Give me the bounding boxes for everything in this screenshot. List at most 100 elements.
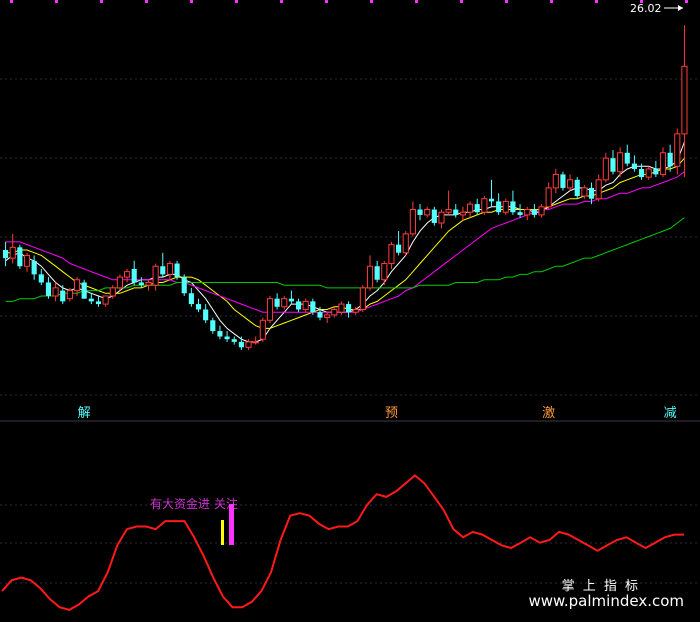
candle-body-up [567,179,574,189]
candle-body-up [66,290,73,300]
top-tick [595,0,598,3]
candle-body-down [631,163,637,169]
candle-body-down [203,309,209,321]
chart-stage: 解预激减 26.02 有大资金进 关注 掌 上 指 标 www.palminde… [0,0,700,622]
top-tick [550,0,553,3]
candle-body-up [674,133,681,167]
candle-body-down [288,298,294,302]
candle-body-down [453,209,459,215]
candle-body-down [224,336,230,340]
annotation-text: 有大资金进 关注 [150,496,238,511]
candle-body-up [352,308,359,313]
candle-body-down [667,152,673,167]
annotation-bar-yellow [221,520,224,545]
candle-body-up [245,341,252,348]
candle-body-up [524,209,531,216]
candle-body-up [538,206,545,216]
top-tick [505,0,508,3]
candle-body-down [396,244,402,253]
candle-body-up [659,152,667,175]
candle-body-up [109,287,116,297]
candle-body-down [517,212,523,215]
candle-body-up [152,265,159,286]
ma60-line [5,217,685,302]
top-tick [10,0,13,3]
candle-body-up [338,303,345,313]
candle-body-up [552,173,559,189]
candle-body-down [238,341,244,348]
candle-body-up [23,254,31,267]
top-tick [235,0,238,3]
candle-body-down [346,304,352,313]
candle-body-up [388,244,395,265]
candle-body-down [574,179,580,197]
candle-body-down [310,301,316,313]
top-tick [55,0,58,3]
candle-body-up [52,287,59,297]
signal-label: 预 [385,406,398,421]
candle-body-down [81,282,87,299]
candle-body-down [95,301,102,305]
signal-markers: 解预激减 [78,406,677,421]
candle-body-up [502,200,509,213]
candle-body-down [131,268,137,283]
price-arrow-head [678,5,683,11]
candle-body-up [681,65,688,135]
signal-label: 解 [78,406,91,421]
candle-body-down [531,209,537,215]
candle-body-up [281,298,288,308]
candle-body-down [3,250,9,259]
candle-body-down [610,158,616,172]
candle-body-up [9,246,16,259]
candle-body-up [102,295,109,305]
candle-body-down [174,263,180,278]
candle-body-up [424,209,431,216]
candle-body-down [160,266,166,275]
chart-canvas: 解 预 激 减 26.02 有大资金进 关注 [0,0,700,611]
candle-body-up [645,168,652,178]
top-tick [100,0,103,3]
candle-body-down [88,298,94,302]
candle-body-up [73,279,81,292]
top-tick [685,0,688,3]
candle-body-up [331,308,338,316]
top-tick [145,0,148,3]
candle-body-down [210,320,216,332]
candle-body-up [302,300,309,310]
candle-body-up [602,157,609,181]
top-tick [415,0,418,3]
grid-lines [0,0,700,584]
candle-body-up [266,298,274,321]
candle-body-up [481,198,488,213]
candle-body-down [374,266,380,280]
candle-body-up [145,281,152,286]
top-tick [280,0,283,3]
candle-body-down [474,204,480,213]
top-tick [325,0,328,3]
candle-body-down [231,339,237,342]
candlestick-series [3,25,688,350]
candle-body-down [274,298,280,307]
annotation-bar-magenta [229,504,234,545]
candle-body-down [45,282,52,296]
candle-body-down [653,168,659,175]
candle-body-down [510,201,516,213]
candle-body-up [166,263,173,275]
candle-body-down [588,187,595,199]
price-label-group: 26.02 [630,2,683,15]
candle-body-up [381,263,388,281]
candle-body-down [181,277,187,294]
candle-body-up [123,271,131,278]
top-tick [370,0,373,3]
candle-body-down [38,274,44,283]
candle-body-down [217,331,223,337]
candle-body-down [431,209,437,224]
candle-body-down [638,168,645,178]
candle-body-down [317,312,323,318]
candle-body-down [138,282,144,286]
candle-body-up [545,187,552,208]
candle-body-up [252,341,259,344]
price-label: 26.02 [630,2,662,15]
candle-body-down [624,152,630,164]
moving-average-lines [5,141,685,343]
